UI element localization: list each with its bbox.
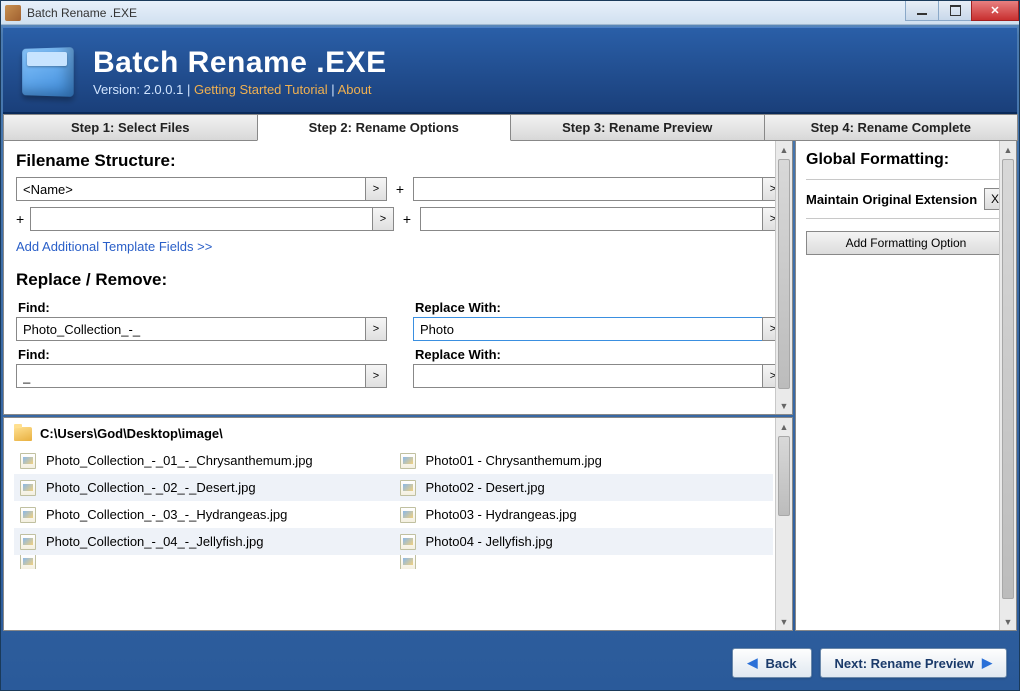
add-template-fields-link[interactable]: Add Additional Template Fields >> — [16, 239, 212, 254]
file-row — [394, 555, 774, 569]
template-field-2[interactable] — [413, 177, 763, 201]
maximize-button[interactable] — [938, 1, 972, 21]
titlebar: Batch Rename .EXE — [1, 1, 1019, 25]
replace-label-2: Replace With: — [415, 347, 784, 362]
file-preview-panel: C:\Users\God\Desktop\image\ Photo_Collec… — [3, 417, 793, 631]
find-label-2: Find: — [18, 347, 387, 362]
replace-input-2[interactable] — [413, 364, 763, 388]
plus-icon: + — [387, 181, 413, 197]
template-field-1[interactable] — [16, 177, 366, 201]
plus-icon: + — [394, 211, 420, 227]
main-area: Filename Structure: > + > + — [3, 141, 1017, 631]
tutorial-link[interactable]: Getting Started Tutorial — [194, 82, 328, 97]
file-row: Photo02 - Desert.jpg — [394, 474, 774, 501]
window-title: Batch Rename .EXE — [27, 6, 1015, 20]
find-input-1[interactable] — [16, 317, 366, 341]
next-button[interactable]: Next: Rename Preview ▶ — [820, 648, 1007, 678]
rename-options-panel: Filename Structure: > + > + — [3, 140, 793, 415]
file-icon — [20, 453, 36, 469]
app-window: Batch Rename .EXE Batch Rename .EXE Vers… — [0, 0, 1020, 691]
file-row: Photo_Collection_-_04_-_Jellyfish.jpg — [14, 528, 394, 555]
window-controls — [906, 1, 1019, 21]
template-field-1-menu[interactable]: > — [365, 177, 387, 201]
chevron-right-icon: ▶ — [982, 655, 992, 671]
banner-icon — [17, 38, 81, 104]
tab-step-4[interactable]: Step 4: Rename Complete — [764, 114, 1019, 141]
file-icon — [400, 534, 416, 550]
find-1-menu[interactable]: > — [365, 317, 387, 341]
file-row: Photo03 - Hydrangeas.jpg — [394, 501, 774, 528]
file-icon — [400, 555, 416, 569]
chevron-left-icon: ◀ — [747, 655, 757, 671]
file-row — [14, 555, 394, 569]
folder-icon — [14, 427, 32, 441]
about-link[interactable]: About — [338, 82, 372, 97]
add-formatting-option-button[interactable]: Add Formatting Option — [806, 231, 1006, 255]
footer-nav: ◀ Back Next: Rename Preview ▶ — [3, 642, 1017, 684]
filelist-scrollbar[interactable]: ▲▼ — [775, 418, 792, 630]
options-scrollbar[interactable]: ▲▼ — [775, 141, 792, 414]
banner-subtitle: Version: 2.0.0.1 | Getting Started Tutor… — [93, 82, 387, 97]
app-icon — [5, 5, 21, 21]
file-row: Photo01 - Chrysanthemum.jpg — [394, 447, 774, 474]
formatting-scrollbar[interactable]: ▲▼ — [999, 141, 1016, 630]
file-icon — [20, 534, 36, 550]
app-title: Batch Rename .EXE — [93, 46, 387, 80]
file-icon — [400, 480, 416, 496]
global-formatting-heading: Global Formatting: — [806, 151, 1006, 169]
find-2-menu[interactable]: > — [365, 364, 387, 388]
minimize-button[interactable] — [905, 1, 939, 21]
original-names-column: Photo_Collection_-_01_-_Chrysanthemum.jp… — [14, 447, 394, 569]
tab-step-3[interactable]: Step 3: Rename Preview — [510, 114, 765, 141]
replace-remove-heading: Replace / Remove: — [16, 270, 784, 290]
template-field-3-menu[interactable]: > — [372, 207, 394, 231]
file-row: Photo_Collection_-_03_-_Hydrangeas.jpg — [14, 501, 394, 528]
file-row: Photo_Collection_-_01_-_Chrysanthemum.jp… — [14, 447, 394, 474]
maintain-extension-label: Maintain Original Extension — [806, 192, 977, 207]
replace-input-1[interactable] — [413, 317, 763, 341]
version-label: Version: 2.0.0.1 — [93, 82, 183, 97]
file-icon — [20, 507, 36, 523]
app-banner: Batch Rename .EXE Version: 2.0.0.1 | Get… — [3, 27, 1017, 114]
global-formatting-panel: Global Formatting: Maintain Original Ext… — [795, 140, 1017, 631]
template-field-3[interactable] — [30, 207, 373, 231]
replace-label-1: Replace With: — [415, 300, 784, 315]
renamed-names-column: Photo01 - Chrysanthemum.jpg Photo02 - De… — [394, 447, 774, 569]
file-row: Photo_Collection_-_02_-_Desert.jpg — [14, 474, 394, 501]
file-row: Photo04 - Jellyfish.jpg — [394, 528, 774, 555]
tab-step-2[interactable]: Step 2: Rename Options — [257, 114, 512, 141]
step-tabs: Step 1: Select Files Step 2: Rename Opti… — [3, 114, 1017, 141]
template-field-4[interactable] — [420, 207, 763, 231]
filename-structure-heading: Filename Structure: — [16, 151, 784, 171]
tab-step-1[interactable]: Step 1: Select Files — [3, 114, 258, 141]
file-icon — [20, 480, 36, 496]
folder-path-row: C:\Users\God\Desktop\image\ — [14, 426, 773, 441]
close-button[interactable] — [971, 1, 1019, 21]
file-icon — [400, 453, 416, 469]
folder-path: C:\Users\God\Desktop\image\ — [40, 426, 223, 441]
file-icon — [400, 507, 416, 523]
back-button[interactable]: ◀ Back — [732, 648, 811, 678]
find-input-2[interactable] — [16, 364, 366, 388]
plus-icon: + — [16, 211, 30, 227]
file-icon — [20, 555, 36, 569]
find-label-1: Find: — [18, 300, 387, 315]
